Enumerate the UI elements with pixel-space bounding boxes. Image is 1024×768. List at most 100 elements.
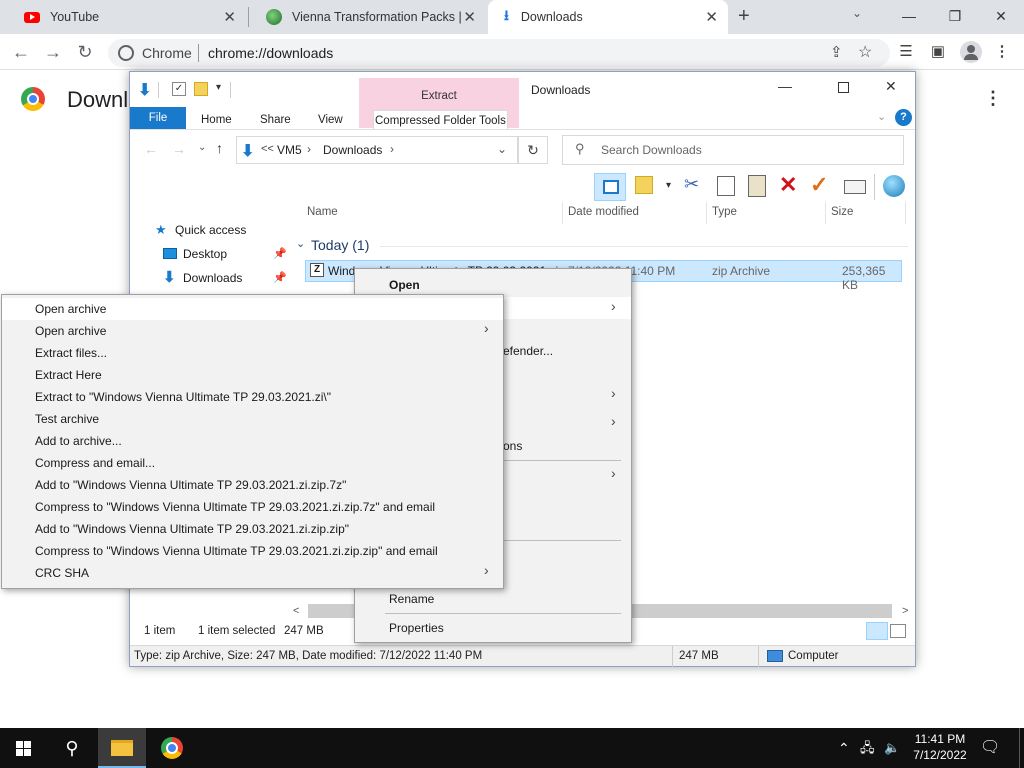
tab-search-icon[interactable]: ⌄ [852,6,862,20]
chrome-menu-icon[interactable]: ⋮ [992,42,1012,60]
reload-icon[interactable]: ↻ [74,42,96,64]
column-name[interactable]: Name [307,206,338,218]
submenu-compress-zip-email[interactable]: Compress to "Windows Vienna Ultimate TP … [2,540,503,562]
apply-check-icon[interactable]: ✓ [810,172,828,198]
menu-rename[interactable]: Rename [355,588,631,610]
copy-icon[interactable] [717,176,735,196]
nav-quick-access[interactable]: Quick access [175,223,246,237]
volume-icon[interactable]: 🔈 [884,728,904,768]
close-tab-icon[interactable]: ✕ [223,8,236,26]
column-size[interactable]: Size [831,206,853,218]
ribbon-expand-chevron-icon[interactable]: ⌄ [877,110,886,123]
minimize-button[interactable]: — [886,4,932,28]
pin-icon[interactable]: 📌 [273,271,287,284]
scroll-left-arrow-icon[interactable]: < [293,605,299,617]
tab-youtube[interactable]: YouTube ✕ [8,0,246,34]
share-icon[interactable]: ⇪ [830,43,843,61]
search-input[interactable]: ⚲ Search Downloads [562,135,904,165]
close-tab-icon[interactable]: ✕ [463,8,476,26]
menu-scan-defender[interactable]: efender... [503,340,553,362]
side-panel-icon[interactable]: ▣ [928,42,948,60]
search-taskbar-icon[interactable]: ⚲ [48,728,96,768]
up-arrow-icon[interactable]: ↑ [216,140,223,156]
explorer-minimize-button[interactable]: — [778,78,792,94]
submenu-add-to-archive[interactable]: Add to archive... [2,430,503,452]
profile-avatar[interactable] [960,41,982,63]
nav-downloads[interactable]: Downloads [183,271,242,285]
forward-arrow-icon[interactable]: → [42,42,64,64]
start-button[interactable] [0,728,48,768]
show-desktop-button[interactable] [1019,728,1024,768]
omnibox[interactable]: Chrome chrome://downloads ⇪ ☆ [108,39,890,67]
ribbon-tab-compressed-folder-tools[interactable]: Compressed Folder Tools [373,110,508,130]
menu-properties[interactable]: Properties [355,617,631,639]
submenu-test-archive[interactable]: Test archive [2,408,503,430]
submenu-extract-to[interactable]: Extract to "Windows Vienna Ultimate TP 2… [2,386,503,408]
large-icons-view-icon[interactable] [890,624,906,638]
file-explorer-taskbar-button[interactable] [98,728,146,768]
submenu-extract-files[interactable]: Extract files... [2,342,503,364]
downloads-menu-icon[interactable]: ⋮ [984,88,1002,109]
address-bar[interactable]: ⬇ << VM5 › Downloads › ⌄ [236,136,518,164]
properties-check-icon[interactable]: ✓ [172,82,186,96]
dropdown-icon[interactable]: ▾ [666,180,671,191]
submenu-compress-email[interactable]: Compress and email... [2,452,503,474]
rename-icon[interactable] [844,180,866,194]
explorer-close-button[interactable]: ✕ [885,78,897,95]
group-collapse-chevron-icon[interactable]: ⌄ [296,237,305,250]
nav-desktop[interactable]: Desktop [183,247,227,261]
breadcrumb-overflow[interactable]: << [261,143,274,155]
preview-pane-button[interactable] [594,173,626,201]
column-type[interactable]: Type [712,206,737,218]
restore-button[interactable]: ❐ [932,4,978,28]
delete-icon[interactable]: ✕ [779,172,797,198]
show-hidden-icons-chevron[interactable]: ⌃ [838,728,854,768]
ribbon-tab-view[interactable]: View [318,110,343,130]
group-header[interactable]: Today (1) [311,237,369,253]
forward-arrow-icon[interactable]: → [172,141,186,157]
new-folder-icon[interactable] [194,82,208,96]
close-window-button[interactable]: ✕ [978,4,1024,28]
folder-options-icon[interactable] [635,176,653,194]
ribbon-tab-file[interactable]: File [130,107,186,129]
menu-restore-versions[interactable]: ons [503,435,522,457]
submenu-compress-7z-email[interactable]: Compress to "Windows Vienna Ultimate TP … [2,496,503,518]
help-icon[interactable]: ? [895,109,912,126]
close-tab-icon[interactable]: ✕ [705,8,718,26]
submenu-crc-sha[interactable]: CRC SHA [2,562,503,584]
submenu-add-to-zip[interactable]: Add to "Windows Vienna Ultimate TP 29.03… [2,518,503,540]
pin-icon[interactable]: 📌 [273,247,287,260]
address-dropdown-icon[interactable]: ⌄ [497,142,507,156]
back-arrow-icon[interactable]: ← [10,42,32,64]
tab-vienna[interactable]: Vienna Transformation Packs | Vi ✕ [250,0,486,34]
chrome-taskbar-button[interactable] [148,728,196,768]
qat-dropdown-icon[interactable]: ▾ [216,82,221,93]
details-view-icon[interactable] [866,622,888,640]
refresh-icon[interactable]: ↻ [518,136,548,164]
new-tab-button[interactable]: + [738,5,750,28]
submenu-extract-here[interactable]: Extract Here [2,364,503,386]
bookmark-star-icon[interactable]: ☆ [858,42,872,62]
tab-downloads[interactable]: ⭳ Downloads ✕ [488,0,728,34]
back-arrow-icon[interactable]: ← [144,141,158,157]
column-date-modified[interactable]: Date modified [568,206,639,218]
paste-icon[interactable] [748,175,766,197]
breadcrumb-downloads[interactable]: Downloads [323,143,382,157]
scroll-right-arrow-icon[interactable]: > [902,605,908,617]
clock[interactable]: 11:41 PM 7/12/2022 [908,728,972,768]
network-icon[interactable]: 🖧 [860,728,882,768]
submenu-open-archive[interactable]: Open archive [2,298,503,320]
ribbon-tab-home[interactable]: Home [201,110,232,130]
notifications-icon[interactable]: 🗨 [980,728,1004,768]
reading-list-icon[interactable]: ☰ [896,42,916,60]
clock-time: 11:41 PM [914,732,966,746]
ribbon-tab-share[interactable]: Share [260,110,291,130]
cut-icon[interactable]: ✂ [684,174,699,195]
network-globe-icon[interactable] [883,175,905,197]
explorer-maximize-button[interactable] [838,82,849,93]
submenu-add-to-7z[interactable]: Add to "Windows Vienna Ultimate TP 29.03… [2,474,503,496]
submenu-open-archive-more[interactable]: Open archive [2,320,503,342]
menu-open[interactable]: Open [355,274,631,296]
breadcrumb-vm5[interactable]: VM5 [277,143,302,157]
recent-locations-icon[interactable]: ⌄ [198,142,206,153]
